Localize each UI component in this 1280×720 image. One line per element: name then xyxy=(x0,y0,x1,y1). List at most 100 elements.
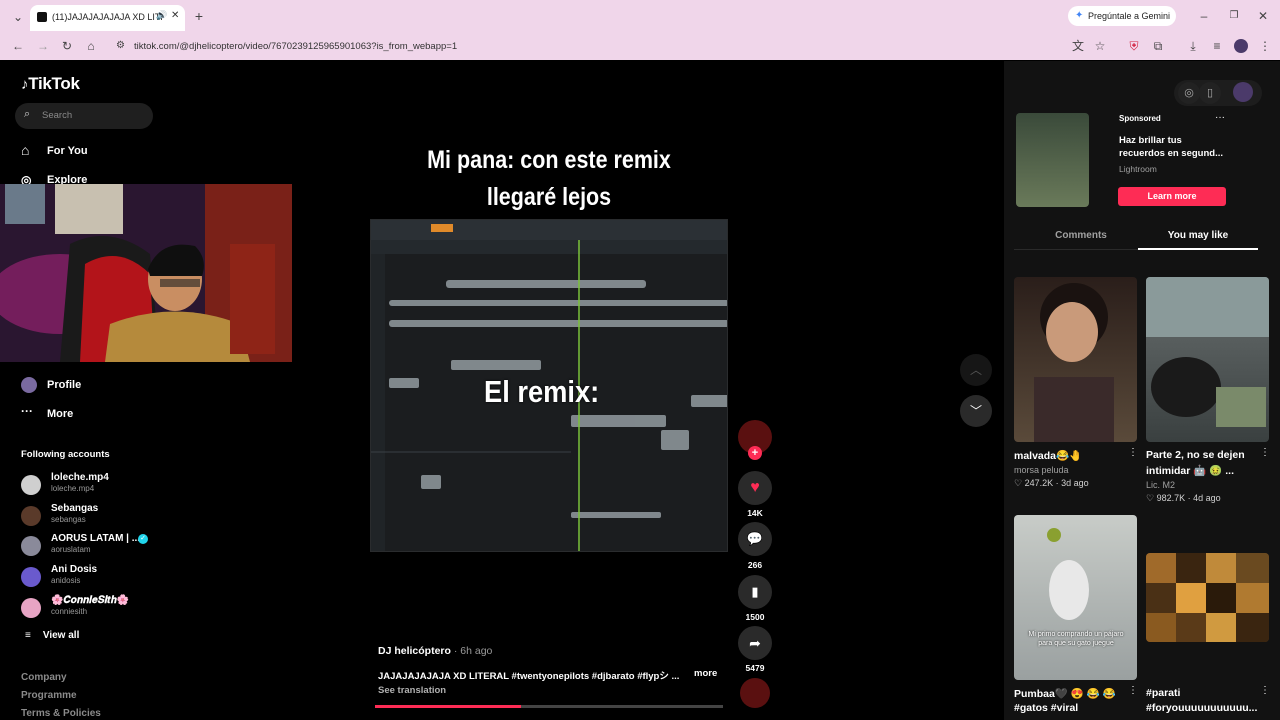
tiktok-logo[interactable]: ♪TikTok xyxy=(21,74,80,94)
follow-plus-icon[interactable]: + xyxy=(748,446,762,460)
video-thumbnail[interactable]: Mi primo comprando un pájaro para que su… xyxy=(1014,515,1137,680)
chevron-up-icon: ︿ xyxy=(969,363,982,377)
author-name: DJ helicóptero xyxy=(378,645,451,657)
caption-line: llegaré lejos xyxy=(486,183,612,211)
share-button[interactable]: ➦ xyxy=(738,626,772,660)
video-progress-bar[interactable] xyxy=(375,705,723,708)
card-title-line2[interactable]: #gatos #viral xyxy=(1014,702,1129,714)
following-account[interactable]: Sebangas sebangas xyxy=(21,503,221,531)
card-title[interactable]: Parte 2, no se dejen xyxy=(1146,449,1258,461)
save-button[interactable]: ▮ xyxy=(738,575,772,609)
heart-icon: ♥ xyxy=(750,479,760,496)
see-translation-link[interactable]: See translation xyxy=(378,685,446,696)
tab-title: (11)JAJAJAJAJAJA XD LITERAL xyxy=(52,12,162,22)
card-title-line2[interactable]: intimidar 🤖 🤢 ... xyxy=(1146,464,1258,477)
gemini-label: Pregúntale a Gemini xyxy=(1088,11,1171,21)
thumbnail-caption: Mi primo comprando un pájaro para que su… xyxy=(1028,631,1124,647)
following-account[interactable]: Ani Dosis anidosis xyxy=(21,564,221,592)
following-account[interactable]: AORUS LATAM | ... ✓ aoruslatam xyxy=(21,533,221,561)
url-field[interactable]: ⚙ tiktok.com/@djhelicoptero/video/767023… xyxy=(108,36,1118,57)
home-nav-icon: ⌂ xyxy=(21,142,30,158)
card-title[interactable]: Pumbaa🖤 😍 😂 😂 xyxy=(1014,687,1129,700)
nav-label: Profile xyxy=(47,379,82,391)
ad-title: Haz brillar tus recuerdos en segund... xyxy=(1119,135,1223,159)
account-name: Ani Dosis xyxy=(51,564,98,575)
tab-list-icon[interactable]: ⌄ xyxy=(10,10,26,24)
new-tab-button[interactable]: + xyxy=(191,9,207,23)
window-close-icon[interactable]: ✕ xyxy=(1255,9,1271,23)
save-count: 1500 xyxy=(745,612,765,622)
learn-more-button[interactable]: Learn more xyxy=(1118,187,1226,206)
chevron-down-icon: ﹀ xyxy=(969,404,982,418)
next-video-button[interactable]: ﹀ xyxy=(960,395,992,427)
footer-link-company[interactable]: Company xyxy=(21,672,67,683)
footer-link-terms[interactable]: Terms & Policies xyxy=(21,708,101,719)
avatar xyxy=(21,475,41,495)
card-author[interactable]: morsa peluda xyxy=(1014,465,1069,475)
extension-shield-icon[interactable]: ⛨ xyxy=(1126,39,1142,53)
view-all-label: View all xyxy=(42,630,80,641)
card-options-icon[interactable]: ⋮ xyxy=(1128,685,1138,696)
menu-icon[interactable]: ⋮ xyxy=(1257,39,1273,53)
tab-you-may-like[interactable]: You may like xyxy=(1138,230,1258,241)
view-all-link[interactable]: ≡ View all xyxy=(25,630,79,641)
card-title-line2[interactable]: #foryouuuuuuuuuuu... xyxy=(1146,702,1258,714)
site-info-icon[interactable]: ⚙ xyxy=(116,40,125,51)
back-icon[interactable]: ← xyxy=(10,39,26,53)
translate-icon[interactable]: 文 xyxy=(1070,39,1086,53)
card-options-icon[interactable]: ⋮ xyxy=(1128,447,1138,458)
download-icon[interactable]: ⤓ xyxy=(1185,39,1201,53)
home-icon[interactable]: ⌂ xyxy=(83,39,99,53)
profile-avatar[interactable] xyxy=(1234,39,1248,53)
thumbnail-image xyxy=(1146,277,1269,427)
close-tab-icon[interactable]: ✕ xyxy=(171,10,179,21)
card-author[interactable]: Lic. M2 xyxy=(1146,480,1175,490)
reading-list-icon[interactable]: ≡ xyxy=(1209,39,1225,53)
bookmark-star-icon[interactable]: ☆ xyxy=(1092,39,1108,53)
video-thumbnail[interactable] xyxy=(1014,277,1137,442)
gemini-button[interactable]: ✦ Pregúntale a Gemini xyxy=(1068,6,1176,26)
sponsored-label: Sponsored xyxy=(1119,114,1161,123)
browser-tab-bar: ⌄ (11)JAJAJAJAJAJA XD LITERAL 🔊 ✕ + ✦ Pr… xyxy=(0,0,1280,33)
card-options-icon[interactable]: ⋮ xyxy=(1260,685,1270,696)
compass-small-icon[interactable]: ◎ xyxy=(1178,82,1200,104)
previous-video-button[interactable]: ︿ xyxy=(960,354,992,386)
card-title[interactable]: #parati xyxy=(1146,687,1258,699)
restore-icon[interactable]: ❐ xyxy=(1226,9,1242,23)
ad-thumbnail[interactable] xyxy=(1016,113,1089,207)
music-disc-icon[interactable] xyxy=(740,678,770,708)
following-account[interactable]: loleche.mp4 loleche.mp4 xyxy=(21,472,221,500)
audio-playing-icon[interactable]: 🔊 xyxy=(156,10,167,21)
profile-avatar-icon xyxy=(21,377,37,393)
search-input[interactable]: ⌕ Search xyxy=(15,103,153,129)
avatar xyxy=(21,506,41,526)
account-name: 🌸𝑪𝒐𝒏𝒏𝒊𝒆𝑺𝒊𝒕𝒉🌸 xyxy=(51,595,130,606)
card-title[interactable]: malvada😂🤚 xyxy=(1014,449,1129,462)
video-thumbnail[interactable] xyxy=(1146,553,1269,642)
following-accounts-title: Following accounts xyxy=(21,449,110,460)
more-button[interactable]: more xyxy=(694,668,717,679)
video-author[interactable]: DJ helicóptero · 6h ago xyxy=(378,645,492,657)
footer-link-programme[interactable]: Programme xyxy=(21,690,77,701)
reload-icon[interactable]: ↻ xyxy=(59,39,75,53)
card-options-icon[interactable]: ⋮ xyxy=(1260,447,1270,458)
tab-comments[interactable]: Comments xyxy=(1014,230,1148,241)
comment-button[interactable]: 💬 xyxy=(738,522,772,556)
minimize-icon[interactable]: – xyxy=(1196,9,1212,23)
logo-text: TikTok xyxy=(28,74,80,93)
card-meta: ♡ 247.2K · 3d ago xyxy=(1014,478,1089,488)
thumbnail-image xyxy=(1146,553,1269,642)
ad-options-icon[interactable]: ··· xyxy=(1215,112,1225,123)
following-account[interactable]: 🌸𝑪𝒐𝒏𝒏𝒊𝒆𝑺𝒊𝒕𝒉🌸 conniesith xyxy=(21,595,221,623)
user-avatar[interactable] xyxy=(1233,82,1253,102)
device-icon[interactable]: ▯ xyxy=(1199,82,1221,104)
webcam-image xyxy=(0,184,292,362)
ad-brand: Lightroom xyxy=(1119,164,1157,174)
like-button[interactable]: ♥ xyxy=(738,471,772,505)
like-count: 14K xyxy=(747,508,763,518)
forward-icon[interactable]: → xyxy=(35,39,51,53)
browser-tab[interactable]: (11)JAJAJAJAJAJA XD LITERAL 🔊 ✕ xyxy=(30,5,185,31)
account-name: AORUS LATAM | ... xyxy=(51,533,141,544)
video-thumbnail[interactable] xyxy=(1146,277,1269,442)
extensions-icon[interactable]: ⧉ xyxy=(1150,39,1166,53)
